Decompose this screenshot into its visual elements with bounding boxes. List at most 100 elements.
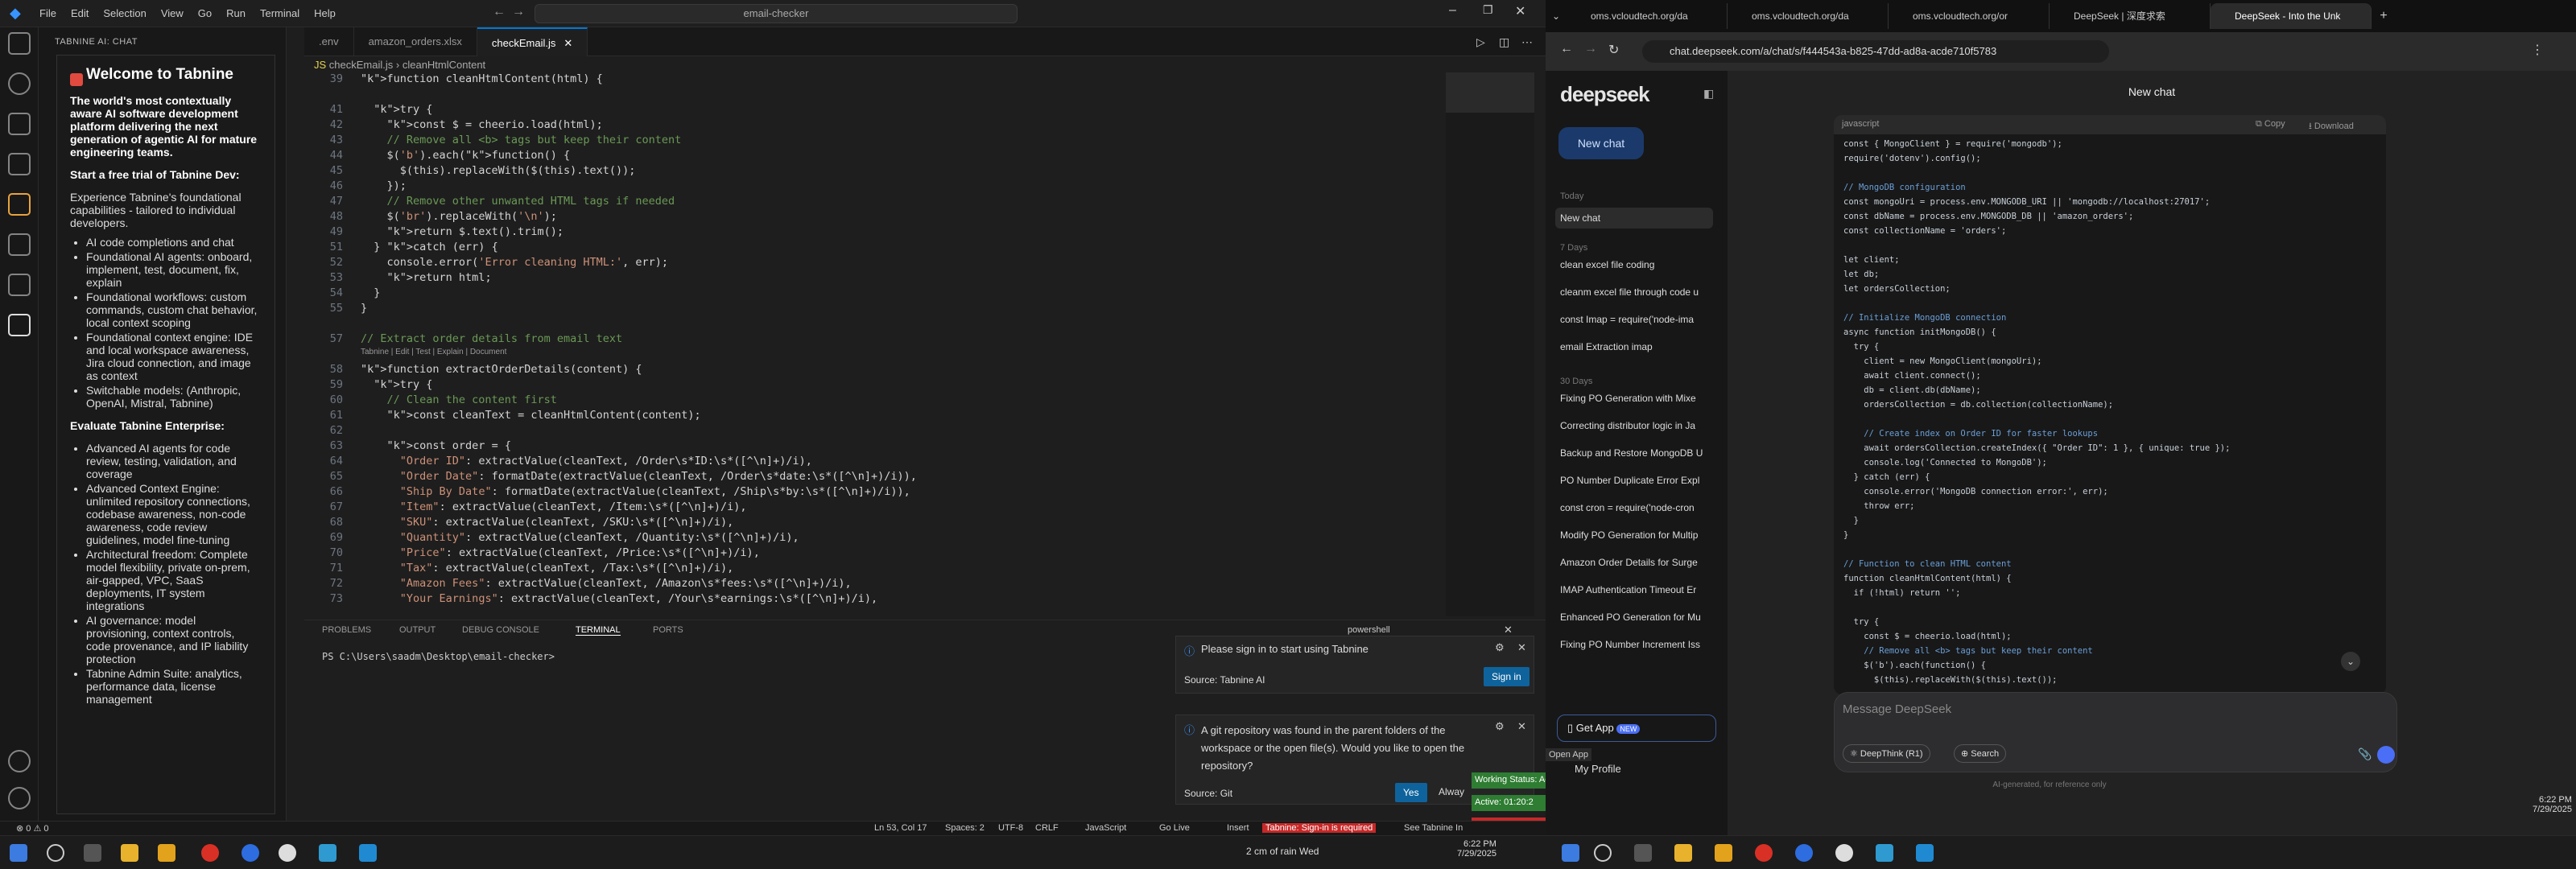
history-item[interactable]: IMAP Authentication Timeout Er	[1560, 584, 1718, 595]
panel-tab-problems[interactable]: PROBLEMS	[322, 625, 371, 635]
notification-settings-icon[interactable]: ⚙	[1495, 720, 1505, 733]
code-line[interactable]: });	[361, 179, 407, 192]
code-line[interactable]: $(this).replaceWith($(this).text());	[361, 164, 636, 177]
send-button[interactable]	[2377, 746, 2395, 764]
more-actions-icon[interactable]: ⋯	[1521, 35, 1533, 49]
browser-tab[interactable]: oms.vcloudtech.org/da	[1728, 3, 1889, 29]
zoom-icon[interactable]	[242, 844, 259, 862]
code-line[interactable]: "Amazon Fees": extractValue(cleanText, /…	[361, 577, 852, 590]
history-item[interactable]: Fixing PO Number Increment Iss	[1560, 639, 1718, 650]
history-item[interactable]: New chat	[1555, 208, 1713, 229]
panel-tab-debug-console[interactable]: DEBUG CONSOLE	[462, 625, 539, 635]
reload-icon[interactable]: ↻	[1608, 42, 1619, 58]
windows-start-icon-2[interactable]	[1562, 844, 1579, 862]
history-item[interactable]: const Imap = require('node-ima	[1560, 314, 1718, 325]
panel-tab-ports[interactable]: PORTS	[653, 625, 683, 635]
weather-widget[interactable]: 2 cm of rain Wed	[1246, 846, 1319, 857]
code-line[interactable]: // Remove all <b> tags but keep their co…	[361, 134, 682, 146]
code-line[interactable]: "k">try {	[361, 378, 432, 391]
code-line[interactable]: "k">return $.text().trim();	[361, 225, 564, 238]
code-line[interactable]: "Price": extractValue(cleanText, /Price:…	[361, 546, 760, 559]
panel-tab-output[interactable]: OUTPUT	[399, 625, 436, 635]
file-explorer-icon[interactable]	[121, 844, 138, 862]
my-profile[interactable]: My Profile	[1575, 763, 1621, 775]
go-live[interactable]: Go Live	[1159, 823, 1190, 833]
tabnine-icon[interactable]	[8, 314, 31, 336]
menu-run[interactable]: Run	[219, 7, 253, 19]
editor-tab[interactable]: checkEmail.js ✕	[477, 27, 588, 56]
code-line[interactable]: "SKU": extractValue(cleanText, /SKU:\s*(…	[361, 516, 734, 529]
forward-icon[interactable]: →	[1584, 42, 1597, 56]
code-line[interactable]: }	[361, 286, 380, 299]
code-line[interactable]: }	[361, 302, 367, 315]
code-line[interactable]: "k">function cleanHtmlContent(html) {	[361, 72, 603, 85]
download-button[interactable]: ⭳ Download	[2309, 119, 2354, 134]
history-item[interactable]: Enhanced PO Generation for Mu	[1560, 612, 1718, 623]
search-icon[interactable]	[8, 72, 31, 95]
run-debug-icon[interactable]	[8, 153, 31, 175]
code-editor[interactable]: 39 "k">function cleanHtmlContent(html) {4…	[304, 72, 1439, 616]
code-line[interactable]: // Extract order details from email text	[361, 332, 622, 345]
history-item[interactable]: Fixing PO Generation with Mixe	[1560, 393, 1718, 404]
edge-icon[interactable]	[319, 844, 336, 862]
new-tab-icon[interactable]: +	[2372, 9, 2396, 23]
task-view-icon[interactable]	[84, 844, 101, 862]
history-item[interactable]: Amazon Order Details for Surge	[1560, 557, 1718, 568]
code-line[interactable]: "k">const cleanText = cleanHtmlContent(c…	[361, 409, 701, 422]
file-explorer-icon-2[interactable]	[1674, 844, 1692, 862]
code-line[interactable]: "k">const order = {	[361, 439, 511, 452]
vscode-taskbar-icon[interactable]	[359, 844, 377, 862]
app-icon-2[interactable]	[1835, 844, 1853, 862]
code-line[interactable]: console.error('Error cleaning HTML:', er…	[361, 256, 669, 269]
collapse-sidebar-icon[interactable]: ◧	[1703, 87, 1714, 101]
always-button[interactable]: Alway	[1439, 786, 1464, 797]
history-item[interactable]: Backup and Restore MongoDB U	[1560, 447, 1718, 459]
editor-tab[interactable]: amazon_orders.xlsx	[354, 27, 477, 56]
line-ending[interactable]: CRLF	[1035, 823, 1059, 833]
settings-gear-icon[interactable]	[8, 787, 31, 809]
code-line[interactable]: "Order Date": formatDate(extractValue(cl…	[361, 470, 917, 483]
deepthink-toggle[interactable]: ⚛ DeepThink (R1)	[1843, 744, 1930, 763]
problems-status[interactable]: ⊗ 0 ⚠ 0	[16, 823, 49, 834]
history-item[interactable]: cleanm excel file through code u	[1560, 286, 1718, 298]
notification-settings-icon[interactable]: ⚙	[1495, 641, 1505, 654]
history-item[interactable]: Modify PO Generation for Multip	[1560, 529, 1718, 541]
code-line[interactable]: $('br').replaceWith('\n');	[361, 210, 557, 223]
extensions-icon[interactable]	[8, 193, 31, 216]
minimize-icon[interactable]: –	[1449, 3, 1456, 18]
scroll-down-icon[interactable]: ⌄	[2341, 652, 2360, 671]
code-line[interactable]: "Ship By Date": formatDate(extractValue(…	[361, 485, 910, 498]
code-line[interactable]: "k">function extractOrderDetails(content…	[361, 363, 642, 376]
code-line[interactable]: Tabnine | Edit | Test | Explain | Docume…	[361, 348, 506, 356]
menu-go[interactable]: Go	[191, 7, 219, 19]
panel-tab-terminal[interactable]: TERMINAL	[576, 625, 621, 636]
search-icon-2[interactable]	[1594, 844, 1612, 862]
browser-tab[interactable]: DeepSeek - Into the Unk	[2211, 3, 2372, 29]
clock-left[interactable]: 6:22 PM 7/29/2025	[1457, 839, 1496, 859]
breadcrumb[interactable]: JS checkEmail.js › cleanHtmlContent	[314, 59, 485, 71]
history-item[interactable]: Correcting distributor logic in Ja	[1560, 420, 1718, 431]
browser-tab[interactable]: DeepSeek | 深度求索	[2050, 3, 2211, 29]
split-editor-icon[interactable]: ◫	[1499, 35, 1509, 49]
task-view-icon-2[interactable]	[1634, 844, 1652, 862]
message-input[interactable]: Message DeepSeek	[1843, 702, 1951, 716]
search-toggle[interactable]: ⊕ Search	[1954, 744, 2007, 763]
edge-icon-2[interactable]	[1876, 844, 1893, 862]
encoding[interactable]: UTF-8	[998, 823, 1023, 833]
copy-button[interactable]: ⧉ Copy	[2256, 119, 2285, 130]
close-notification-icon[interactable]: ✕	[1517, 641, 1526, 654]
history-item[interactable]: const cron = require('node-cron	[1560, 502, 1718, 513]
run-icon[interactable]: ▷	[1476, 35, 1485, 49]
breadcrumb-file[interactable]: checkEmail.js	[329, 59, 393, 71]
code-line[interactable]: "k">const $ = cheerio.load(html);	[361, 118, 603, 131]
chrome-icon[interactable]	[201, 844, 219, 862]
zoom-icon-2[interactable]	[1795, 844, 1813, 862]
code-line[interactable]: "k">try {	[361, 103, 432, 116]
close-tab-icon[interactable]: ✕	[564, 37, 572, 49]
history-item[interactable]: email Extraction imap	[1560, 341, 1718, 352]
browser-tab[interactable]: oms.vcloudtech.org/da	[1567, 3, 1728, 29]
menu-edit[interactable]: Edit	[64, 7, 96, 19]
cursor-position[interactable]: Ln 53, Col 17	[874, 823, 927, 833]
store-icon[interactable]	[158, 844, 175, 862]
menu-file[interactable]: File	[32, 7, 64, 19]
